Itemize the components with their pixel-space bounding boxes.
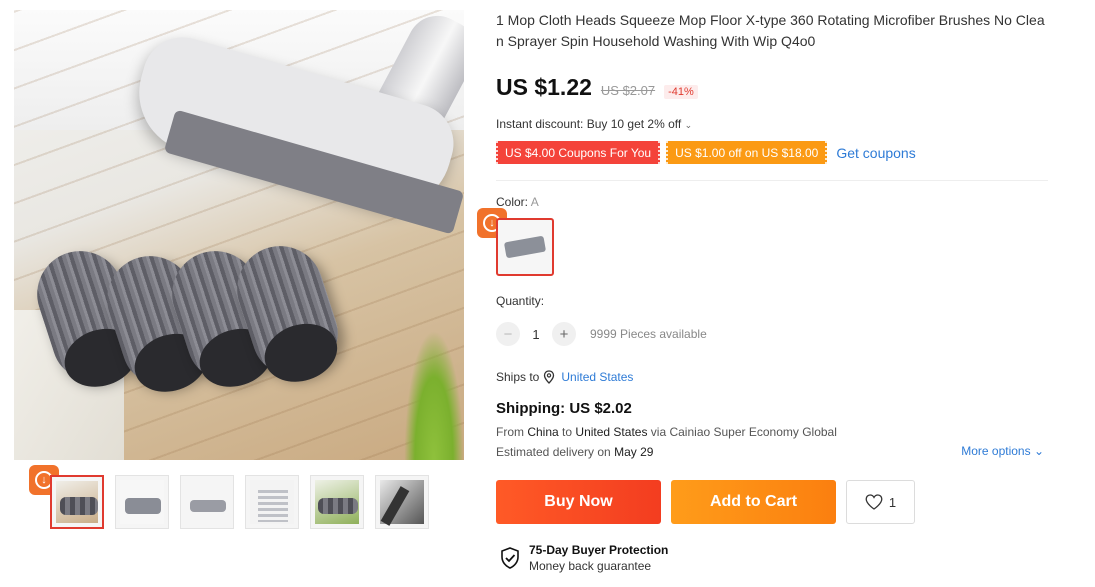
thumbnail-strip — [50, 475, 429, 529]
chevron-down-icon: ⌄ — [1033, 444, 1044, 458]
discount-badge: -41% — [664, 85, 698, 99]
quantity-minus-button[interactable]: − — [496, 322, 520, 346]
protection-title: 75-Day Buyer Protection — [529, 543, 669, 557]
thumbnail-4[interactable] — [245, 475, 299, 529]
thumbnail-1[interactable] — [50, 475, 104, 529]
color-label: Color: A — [496, 195, 539, 209]
current-price: US $1.22 — [496, 74, 592, 100]
shipping-cost: Shipping: US $2.02 — [496, 400, 632, 417]
thumbnail-6[interactable] — [375, 475, 429, 529]
color-selected-value: A — [530, 195, 539, 209]
add-to-cart-button[interactable]: Add to Cart — [671, 480, 836, 524]
main-product-image[interactable] — [14, 10, 464, 460]
wishlist-count: 1 — [888, 494, 897, 510]
thumbnail-3[interactable] — [180, 475, 234, 529]
thumbnail-2[interactable] — [115, 475, 169, 529]
coupon-for-you[interactable]: US $4.00 Coupons For You — [496, 141, 661, 164]
quantity-value[interactable]: 1 — [520, 327, 552, 342]
protection-subtitle: Money back guarantee — [529, 559, 652, 573]
pieces-available: 9999 Pieces available — [590, 327, 707, 341]
original-price: US $2.07 — [600, 83, 656, 98]
quantity-label: Quantity: — [496, 294, 545, 308]
ships-to-country[interactable]: United States — [561, 370, 633, 384]
ships-to-row: Ships to United States — [496, 370, 633, 384]
estimated-delivery: Estimated delivery on May 29 — [496, 445, 654, 459]
product-title: 1 Mop Cloth Heads Squeeze Mop Floor X-ty… — [496, 12, 1045, 49]
location-pin-icon — [544, 370, 555, 384]
more-options-link[interactable]: More options ⌄ — [961, 444, 1044, 458]
shield-check-icon — [501, 547, 519, 569]
price-row: US $1.22 US $2.07 -41% — [496, 74, 698, 101]
ships-to-label: Ships to — [496, 370, 540, 384]
get-coupons-link[interactable]: Get coupons — [836, 145, 915, 161]
heart-icon — [865, 494, 883, 510]
image-plant — [404, 330, 464, 460]
quantity-stepper: − 1 + 9999 Pieces available — [496, 322, 707, 346]
color-swatch-a[interactable] — [496, 218, 554, 276]
shipping-route: From China to United States via Cainiao … — [496, 425, 837, 439]
coupon-off[interactable]: US $1.00 off on US $18.00 — [666, 141, 828, 164]
chevron-down-icon: ⌄ — [684, 120, 693, 130]
quantity-plus-button[interactable]: + — [552, 322, 576, 346]
buy-now-button[interactable]: Buy Now — [496, 480, 661, 524]
buyer-protection: 75-Day Buyer Protection Money back guara… — [500, 543, 668, 573]
divider — [496, 180, 1048, 181]
instant-discount-text: Instant discount: Buy 10 get 2% off — [496, 117, 682, 131]
instant-discount[interactable]: Instant discount: Buy 10 get 2% off ⌄ — [496, 117, 692, 131]
wishlist-button[interactable]: 1 — [846, 480, 915, 524]
coupon-row: US $4.00 Coupons For You US $1.00 off on… — [496, 141, 916, 164]
thumbnail-5[interactable] — [310, 475, 364, 529]
